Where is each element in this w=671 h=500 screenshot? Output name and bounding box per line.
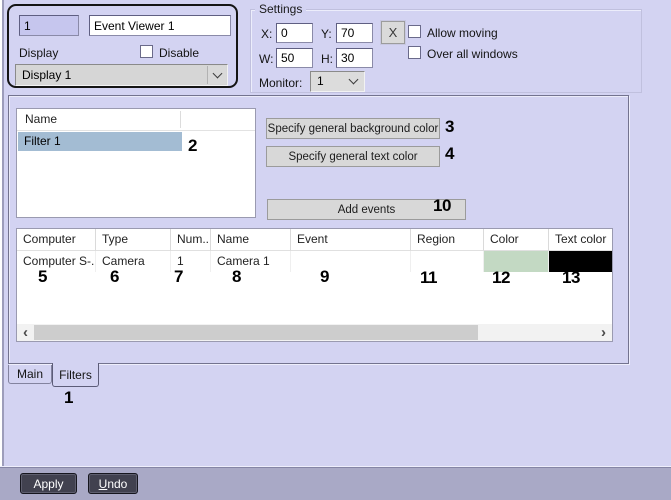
undo-button-accel: U [98,476,108,491]
callout-8: 8 [232,267,241,286]
cell-text-color-swatch[interactable] [549,251,612,272]
cell-event[interactable] [291,251,411,272]
w-input[interactable] [276,48,313,68]
monitor-select-arrow[interactable] [344,73,363,90]
callout-5: 5 [38,267,47,286]
monitor-label: Monitor: [259,76,303,90]
monitor-select[interactable]: 1 [310,71,365,92]
col-header-color: Color [484,229,549,251]
scroll-right-icon[interactable]: › [595,324,612,341]
disable-checkbox[interactable] [140,45,153,58]
cell-computer[interactable]: Computer S-.. [17,251,96,272]
col-header-event: Event [291,229,411,251]
col-header-num: Num... [171,229,211,251]
w-label: W: [259,52,274,66]
settings-group-title: Settings [255,2,307,16]
over-all-windows-label: Over all windows [427,47,518,61]
callout-9: 9 [320,267,329,286]
col-header-computer: Computer [17,229,96,251]
filter-list-row-selected[interactable]: Filter 1 [18,132,182,151]
callout-6: 6 [110,267,119,286]
column-divider [180,111,181,128]
h-label: H: [321,52,333,66]
allow-moving-checkbox[interactable] [408,25,421,38]
over-all-windows-checkbox[interactable] [408,46,421,59]
horizontal-scrollbar[interactable]: ‹ › [17,324,612,341]
x-input[interactable] [276,23,313,43]
footer-bar: Apply Undo [0,467,671,500]
col-header-name: Name [211,229,291,251]
scroll-left-icon[interactable]: ‹ [17,324,34,341]
callout-12: 12 [492,268,510,287]
h-input[interactable] [336,48,373,68]
allow-moving-label: Allow moving [427,26,498,40]
tab-main[interactable]: Main [8,365,52,384]
object-id-field[interactable] [19,15,79,36]
cell-type[interactable]: Camera [96,251,171,272]
callout-2: 2 [188,136,197,155]
callout-11: 11 [420,268,437,287]
undo-button[interactable]: Undo [88,473,138,494]
display-select[interactable]: Display 1 [15,64,228,86]
callout-10: 10 [433,196,451,215]
event-viewer-settings-window: Display Disable Display 1 Settings X: Y:… [0,0,671,500]
specify-text-color-button[interactable]: Specify general text color [266,146,440,167]
callout-1: 1 [64,388,73,407]
display-select-arrow[interactable] [207,66,226,84]
filter-list-header: Name [17,109,255,131]
filter-list-header-label: Name [25,112,58,126]
filter-list: Name Filter 1 [16,108,256,218]
callout-4: 4 [445,144,454,163]
object-header-box: Display Disable Display 1 [7,4,238,88]
window-edge [0,0,4,467]
events-table-header: Computer Type Num... Name Event Region C… [17,229,612,251]
cell-name[interactable]: Camera 1 [211,251,291,272]
clear-position-button[interactable]: X [381,21,405,44]
display-label: Display [19,46,59,60]
col-header-text-color: Text color [549,229,612,251]
disable-checkbox-label: Disable [159,46,200,60]
apply-button[interactable]: Apply [20,473,77,494]
undo-button-label: ndo [107,476,128,491]
col-header-region: Region [411,229,484,251]
object-name-field[interactable] [89,15,231,36]
specify-background-color-button[interactable]: Specify general background color [266,118,440,139]
chevron-down-icon [348,74,359,85]
scrollbar-thumb[interactable] [34,325,478,340]
callout-13: 13 [562,268,580,287]
tab-filters[interactable]: Filters [52,363,99,387]
col-header-type: Type [96,229,171,251]
chevron-down-icon [212,68,222,78]
events-table: Computer Type Num... Name Event Region C… [16,228,613,342]
y-input[interactable] [336,23,373,43]
events-table-row[interactable]: Computer S-.. Camera 1 Camera 1 [17,251,612,272]
display-select-value: Display 1 [22,68,72,82]
x-label: X: [261,27,273,41]
y-label: Y: [321,27,332,41]
callout-3: 3 [445,117,454,136]
callout-7: 7 [174,267,183,286]
monitor-select-value: 1 [317,74,324,88]
